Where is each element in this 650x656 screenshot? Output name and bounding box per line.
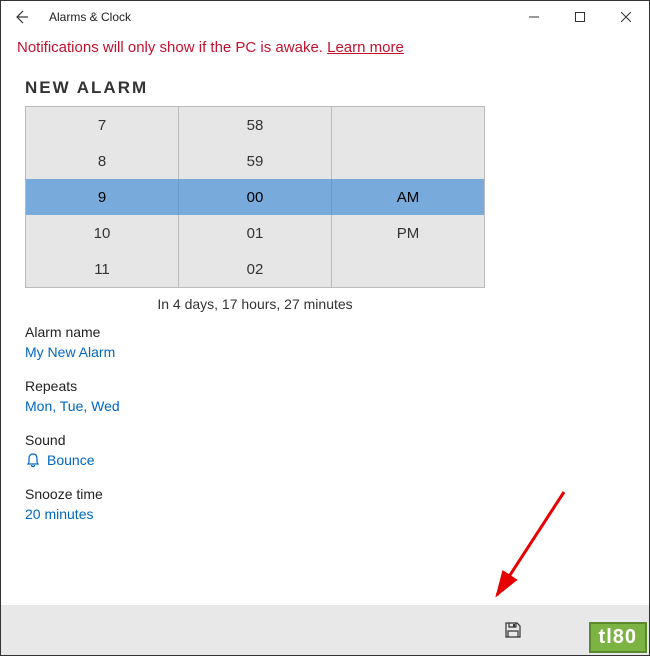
minimize-button[interactable] [511, 2, 557, 32]
repeats-label: Repeats [25, 378, 625, 394]
ampm-option[interactable] [332, 143, 484, 179]
time-picker-row[interactable]: 8 59 [26, 143, 484, 179]
countdown-text: In 4 days, 17 hours, 27 minutes [25, 288, 485, 324]
snooze-label: Snooze time [25, 486, 625, 502]
hour-selected[interactable]: 9 [26, 179, 179, 215]
maximize-icon [575, 12, 585, 22]
repeats-value[interactable]: Mon, Tue, Wed [25, 398, 625, 414]
command-bar [1, 605, 649, 655]
learn-more-link[interactable]: Learn more [327, 39, 404, 56]
hour-option[interactable]: 7 [26, 107, 179, 143]
minute-option[interactable]: 01 [179, 215, 332, 251]
sound-label: Sound [25, 432, 625, 448]
notification-bar: Notifications will only show if the PC i… [1, 33, 649, 64]
minute-option[interactable]: 58 [179, 107, 332, 143]
snooze-value[interactable]: 20 minutes [25, 506, 625, 522]
time-picker-row[interactable]: 11 02 [26, 251, 484, 287]
time-picker-row-selected[interactable]: 9 00 AM [26, 179, 484, 215]
time-picker-row[interactable]: 10 01 PM [26, 215, 484, 251]
ampm-option[interactable] [332, 107, 484, 143]
alarm-name-label: Alarm name [25, 324, 625, 340]
time-picker[interactable]: 7 58 8 59 9 00 AM 10 01 PM 11 02 [25, 106, 485, 288]
titlebar: Alarms & Clock [1, 1, 649, 33]
save-icon [504, 621, 522, 639]
notification-text: Notifications will only show if the PC i… [17, 39, 327, 56]
window-controls [511, 2, 649, 32]
minimize-icon [529, 12, 539, 22]
back-arrow-icon [13, 9, 29, 25]
annotation-logo: tl80 [589, 622, 647, 653]
sound-field[interactable]: Sound Bounce [25, 432, 625, 468]
bell-icon [25, 452, 41, 468]
maximize-button[interactable] [557, 2, 603, 32]
save-button[interactable] [493, 610, 533, 650]
close-icon [621, 12, 631, 22]
back-button[interactable] [9, 5, 33, 29]
alarm-name-field[interactable]: Alarm name My New Alarm [25, 324, 625, 360]
time-picker-row[interactable]: 7 58 [26, 107, 484, 143]
close-button[interactable] [603, 2, 649, 32]
repeats-field[interactable]: Repeats Mon, Tue, Wed [25, 378, 625, 414]
hour-option[interactable]: 11 [26, 251, 179, 287]
minute-option[interactable]: 02 [179, 251, 332, 287]
sound-value-text: Bounce [47, 452, 94, 468]
minute-selected[interactable]: 00 [179, 179, 332, 215]
page-title: NEW ALARM [25, 78, 625, 98]
ampm-option[interactable] [332, 251, 484, 287]
hour-option[interactable]: 10 [26, 215, 179, 251]
ampm-selected[interactable]: AM [332, 179, 484, 215]
ampm-option[interactable]: PM [332, 215, 484, 251]
minute-option[interactable]: 59 [179, 143, 332, 179]
window-title: Alarms & Clock [49, 10, 131, 24]
alarm-name-value[interactable]: My New Alarm [25, 344, 625, 360]
snooze-field[interactable]: Snooze time 20 minutes [25, 486, 625, 522]
hour-option[interactable]: 8 [26, 143, 179, 179]
sound-value[interactable]: Bounce [25, 452, 625, 468]
